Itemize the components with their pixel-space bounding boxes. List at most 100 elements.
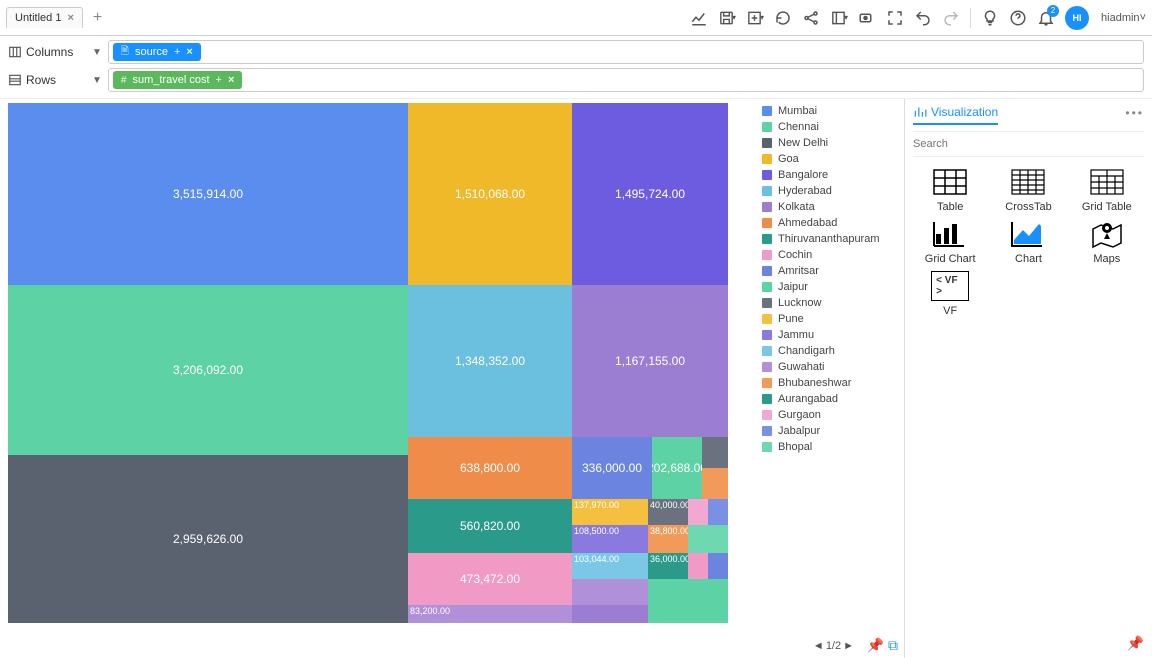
legend-item[interactable]: Chandigarh xyxy=(762,345,900,357)
treemap-cell[interactable]: 560,820.00 xyxy=(408,499,572,553)
share-icon[interactable] xyxy=(802,9,820,27)
close-icon[interactable]: × xyxy=(228,74,234,86)
chevron-down-icon[interactable]: ▼ xyxy=(92,75,102,86)
treemap-chart[interactable]: 3,515,914.003,206,092.002,959,626.00 1,51… xyxy=(8,103,754,623)
viz-table[interactable]: Table xyxy=(913,167,987,213)
viz-vf[interactable]: < VF > VF xyxy=(913,271,987,317)
tab-untitled[interactable]: Untitled 1 × xyxy=(6,7,83,28)
legend-label: Goa xyxy=(778,153,799,165)
legend-item[interactable]: Pune xyxy=(762,313,900,325)
close-icon[interactable]: × xyxy=(186,46,192,58)
legend-item[interactable]: New Delhi xyxy=(762,137,900,149)
gridchart-icon xyxy=(931,219,969,249)
pager[interactable]: ◄ 1/2 ► xyxy=(813,640,854,652)
avatar[interactable]: HI xyxy=(1065,6,1089,30)
pin-filter-icon[interactable]: ⧉ xyxy=(888,637,898,654)
legend-item[interactable]: Ahmedabad xyxy=(762,217,900,229)
legend-item[interactable]: Bhubaneshwar xyxy=(762,377,900,389)
legend-item[interactable]: Chennai xyxy=(762,121,900,133)
treemap-cell[interactable]: 1,495,724.00 xyxy=(572,103,728,285)
treemap-cell[interactable]: 137,970.00 xyxy=(572,499,648,525)
plus-icon[interactable]: + xyxy=(174,46,180,58)
rows-shelf-body[interactable]: # sum_travel cost + × xyxy=(108,68,1144,92)
legend-item[interactable]: Hyderabad xyxy=(762,185,900,197)
fullscreen-icon[interactable] xyxy=(886,9,904,27)
export-icon[interactable]: ▾ xyxy=(746,9,764,27)
legend-item[interactable]: Bhopal xyxy=(762,441,900,453)
prev-page-icon[interactable]: ◄ xyxy=(813,640,824,652)
legend-item[interactable]: Lucknow xyxy=(762,297,900,309)
viz-gridtable[interactable]: Grid Table xyxy=(1070,167,1144,213)
legend-item[interactable]: Jaipur xyxy=(762,281,900,293)
treemap-cell[interactable]: 103,044.00 xyxy=(572,553,648,579)
user-label[interactable]: hiadmin˅ xyxy=(1101,12,1146,24)
treemap-cell[interactable] xyxy=(702,437,728,468)
top-actions: ▾ ▾ ▾ 2 HI hiadmin˅ xyxy=(690,6,1146,30)
record-icon[interactable] xyxy=(858,9,876,27)
add-tab-button[interactable]: + xyxy=(87,7,108,29)
treemap-cell[interactable]: 1,348,352.00 xyxy=(408,285,572,437)
refresh-icon[interactable] xyxy=(774,9,792,27)
treemap-cell[interactable]: 3,206,092.00 xyxy=(8,285,408,455)
treemap-cell[interactable]: 83,200.00 xyxy=(408,605,572,623)
redo-icon[interactable] xyxy=(942,9,960,27)
legend-item[interactable]: Jammu xyxy=(762,329,900,341)
legend-item[interactable]: Cochin xyxy=(762,249,900,261)
document-tabs: Untitled 1 × + xyxy=(6,7,108,29)
treemap-cell[interactable] xyxy=(702,468,728,499)
treemap-cell[interactable]: 202,688.00 xyxy=(652,437,702,499)
treemap-cell[interactable]: 38,800.00 xyxy=(648,525,688,553)
legend-item[interactable]: Thiruvananthapuram xyxy=(762,233,900,245)
treemap-cell[interactable] xyxy=(572,579,648,605)
treemap-cell[interactable] xyxy=(708,499,728,525)
help-icon[interactable] xyxy=(1009,9,1027,27)
treemap-cell[interactable]: 108,500.00 xyxy=(572,525,648,553)
treemap-cell[interactable]: 473,472.00 xyxy=(408,553,572,605)
treemap-cell[interactable]: 3,515,914.00 xyxy=(8,103,408,285)
treemap-cell[interactable]: 1,167,155.00 xyxy=(572,285,728,437)
legend-item[interactable]: Mumbai xyxy=(762,105,900,117)
legend-item[interactable]: Amritsar xyxy=(762,265,900,277)
chevron-down-icon[interactable]: ▼ xyxy=(92,47,102,58)
next-page-icon[interactable]: ► xyxy=(843,640,854,652)
treemap-cell[interactable]: 638,800.00 xyxy=(408,437,572,499)
legend-item[interactable]: Gurgaon xyxy=(762,409,900,421)
close-icon[interactable]: × xyxy=(67,12,73,24)
legend-item[interactable]: Jabalpur xyxy=(762,425,900,437)
treemap-cell[interactable] xyxy=(648,579,728,623)
viz-maps[interactable]: Maps xyxy=(1070,219,1144,265)
treemap-cell[interactable] xyxy=(708,553,728,579)
legend-item[interactable]: Guwahati xyxy=(762,361,900,373)
treemap-cell[interactable]: 40,000.00 xyxy=(648,499,688,525)
panel-pin-icon[interactable]: 📌 xyxy=(1127,635,1144,652)
save-icon[interactable]: ▾ xyxy=(718,9,736,27)
treemap-cell[interactable] xyxy=(688,525,728,553)
plus-icon[interactable]: + xyxy=(216,74,222,86)
viz-gridchart[interactable]: Grid Chart xyxy=(913,219,987,265)
more-icon[interactable]: ••• xyxy=(1125,106,1144,124)
search-input[interactable] xyxy=(913,132,1144,157)
rows-pill-sum-travel-cost[interactable]: # sum_travel cost + × xyxy=(113,71,242,89)
viz-chart[interactable]: Chart xyxy=(991,219,1065,265)
pin-icon[interactable]: 📌 xyxy=(867,637,884,654)
chart-icon[interactable] xyxy=(690,9,708,27)
treemap-cell[interactable]: 36,000.00 xyxy=(648,553,688,579)
layout-icon[interactable]: ▾ xyxy=(830,9,848,27)
treemap-cell[interactable] xyxy=(688,499,708,525)
columns-pill-source[interactable]: 🗎 source + × xyxy=(113,43,201,61)
treemap-cell[interactable] xyxy=(572,605,648,623)
notification-icon[interactable]: 2 xyxy=(1037,9,1055,27)
treemap-cell[interactable]: 1,510,068.00 xyxy=(408,103,572,285)
legend-item[interactable]: Kolkata xyxy=(762,201,900,213)
legend-item[interactable]: Bangalore xyxy=(762,169,900,181)
visualization-tab[interactable]: Visualization xyxy=(913,105,998,125)
treemap-cell[interactable]: 336,000.00 xyxy=(572,437,652,499)
legend-item[interactable]: Goa xyxy=(762,153,900,165)
lightbulb-icon[interactable] xyxy=(981,9,999,27)
treemap-cell[interactable]: 2,959,626.00 xyxy=(8,455,408,623)
treemap-cell[interactable] xyxy=(688,553,708,579)
viz-crosstab[interactable]: CrossTab xyxy=(991,167,1065,213)
legend-item[interactable]: Aurangabad xyxy=(762,393,900,405)
columns-shelf-body[interactable]: 🗎 source + × xyxy=(108,40,1144,64)
undo-icon[interactable] xyxy=(914,9,932,27)
